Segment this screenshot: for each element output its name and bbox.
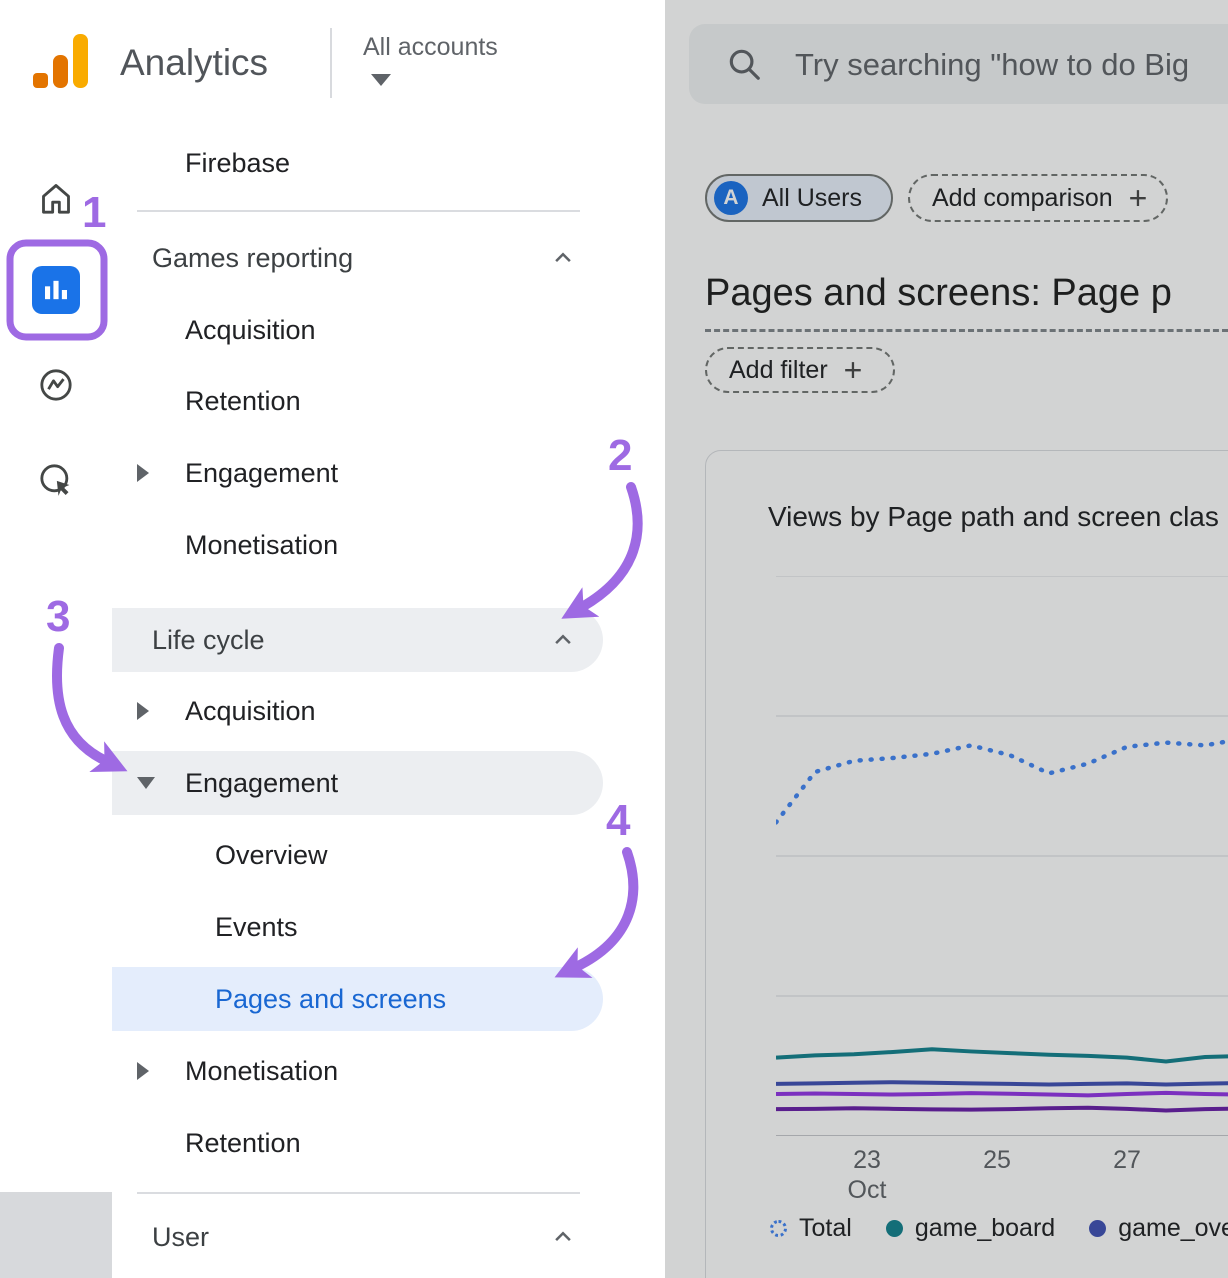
expand-arrow-icon[interactable] [137, 1062, 149, 1080]
nav-item-firebase[interactable]: Firebase [112, 131, 665, 195]
nav-item-acquisition-games[interactable]: Acquisition [112, 298, 665, 362]
nav-item-label: Monetisation [185, 530, 338, 561]
add-comparison-button[interactable]: Add comparison + [908, 174, 1168, 222]
header-divider [330, 28, 332, 98]
plus-icon: + [1129, 182, 1148, 214]
account-caret-down-icon[interactable] [371, 74, 391, 86]
x-axis-tick: 27 [1113, 1146, 1141, 1176]
explore-icon [36, 365, 76, 405]
nav-section-label: Games reporting [152, 243, 353, 274]
legend-item-game-board: game_board [886, 1214, 1055, 1243]
nav-item-label: Overview [215, 840, 328, 871]
bar-chart-icon [34, 268, 78, 312]
nav-item-label: Retention [185, 386, 301, 417]
advertising-nav-button[interactable] [36, 460, 76, 500]
brand-header: Analytics All accounts [0, 0, 665, 128]
advertising-icon [36, 460, 76, 500]
legend-item-total: Total [770, 1214, 852, 1243]
nav-divider [137, 1192, 580, 1194]
expand-arrow-icon[interactable] [137, 464, 149, 482]
nav-item-label: Retention [185, 1128, 301, 1159]
chart-legend: Total game_board game_over [770, 1214, 1228, 1243]
nav-section-label: Life cycle [152, 625, 265, 656]
nav-item-label: Pages and screens [215, 984, 446, 1015]
report-content: Try searching "how to do Big A All Users… [665, 0, 1228, 1278]
all-users-chip[interactable]: A All Users [705, 174, 893, 222]
line-chart [776, 576, 1228, 1136]
nav-section-life-cycle[interactable]: Life cycle [112, 608, 603, 672]
nav-item-label: Firebase [185, 148, 290, 179]
collapse-chevron-icon[interactable] [548, 1222, 578, 1252]
nav-item-label: Acquisition [185, 696, 316, 727]
x-axis-tick: 25 [983, 1146, 1011, 1176]
search-bar[interactable]: Try searching "how to do Big [689, 24, 1228, 104]
logo-bar-1 [33, 73, 48, 88]
chart-card-title: Views by Page path and screen clas [768, 501, 1219, 533]
reports-nav-button[interactable] [32, 266, 80, 314]
nav-item-label: Acquisition [185, 315, 316, 346]
nav-divider [137, 210, 580, 212]
legend-item-game-over: game_over [1089, 1214, 1228, 1243]
search-placeholder: Try searching "how to do Big [795, 47, 1189, 83]
collapse-chevron-icon[interactable] [548, 625, 578, 655]
nav-item-engagement-lifecycle[interactable]: Engagement [112, 751, 603, 815]
all-users-label: All Users [762, 184, 862, 213]
nav-item-label: Monetisation [185, 1056, 338, 1087]
analytics-logo-icon[interactable] [33, 34, 91, 90]
nav-item-engagement-games[interactable]: Engagement [112, 441, 665, 505]
line-chart-plot [776, 576, 1228, 1136]
left-rail [0, 128, 112, 1278]
legend-marker-game-over [1089, 1220, 1106, 1237]
collapse-arrow-icon[interactable] [137, 777, 155, 789]
nav-section-label: User [152, 1222, 209, 1253]
explore-nav-button[interactable] [36, 365, 76, 405]
home-icon [36, 178, 76, 218]
page-title[interactable]: Pages and screens: Page p [705, 272, 1228, 315]
expand-arrow-icon[interactable] [137, 702, 149, 720]
logo-bar-2 [53, 55, 68, 88]
nav-item-events[interactable]: Events [112, 895, 665, 959]
collapse-chevron-icon[interactable] [548, 243, 578, 273]
x-axis: 23Oct 25 27 [776, 1146, 1228, 1210]
nav-item-retention-lifecycle[interactable]: Retention [112, 1111, 665, 1175]
rail-dimmed-area [0, 1192, 112, 1278]
nav-section-user[interactable]: User [112, 1205, 665, 1269]
nav-item-retention-games[interactable]: Retention [112, 369, 665, 433]
nav-item-label: Engagement [185, 768, 338, 799]
audience-avatar: A [714, 181, 748, 215]
x-axis-tick: 23Oct [848, 1146, 887, 1205]
home-nav-button[interactable] [36, 178, 76, 218]
chart-card: Views by Page path and screen clas 23Oct… [705, 450, 1228, 1278]
nav-item-label: Events [215, 912, 298, 943]
logo-bar-3 [73, 34, 88, 88]
nav-item-monetisation-lifecycle[interactable]: Monetisation [112, 1039, 665, 1103]
add-filter-label: Add filter [729, 356, 828, 385]
nav-item-label: Engagement [185, 458, 338, 489]
nav-section-games-reporting[interactable]: Games reporting [112, 226, 665, 290]
google-analytics-app: Analytics All accounts [0, 0, 1228, 1278]
add-filter-button[interactable]: Add filter + [705, 347, 895, 393]
legend-label: Total [799, 1214, 852, 1243]
legend-marker-total [770, 1220, 787, 1237]
plus-icon: + [844, 354, 863, 386]
app-title: Analytics [120, 42, 268, 84]
account-selector[interactable]: All accounts [363, 33, 498, 62]
nav-item-acquisition-lifecycle[interactable]: Acquisition [112, 679, 665, 743]
title-underline [705, 329, 1228, 332]
legend-label: game_board [915, 1214, 1055, 1243]
nav-item-pages-and-screens[interactable]: Pages and screens [112, 967, 603, 1031]
legend-label: game_over [1118, 1214, 1228, 1243]
nav-item-overview[interactable]: Overview [112, 823, 665, 887]
legend-marker-game-board [886, 1220, 903, 1237]
search-icon [725, 45, 763, 88]
reports-nav-drawer: Firebase Games reporting Acquisition Ret… [112, 128, 665, 1278]
add-comparison-label: Add comparison [932, 184, 1113, 213]
nav-item-monetisation-games[interactable]: Monetisation [112, 513, 665, 577]
